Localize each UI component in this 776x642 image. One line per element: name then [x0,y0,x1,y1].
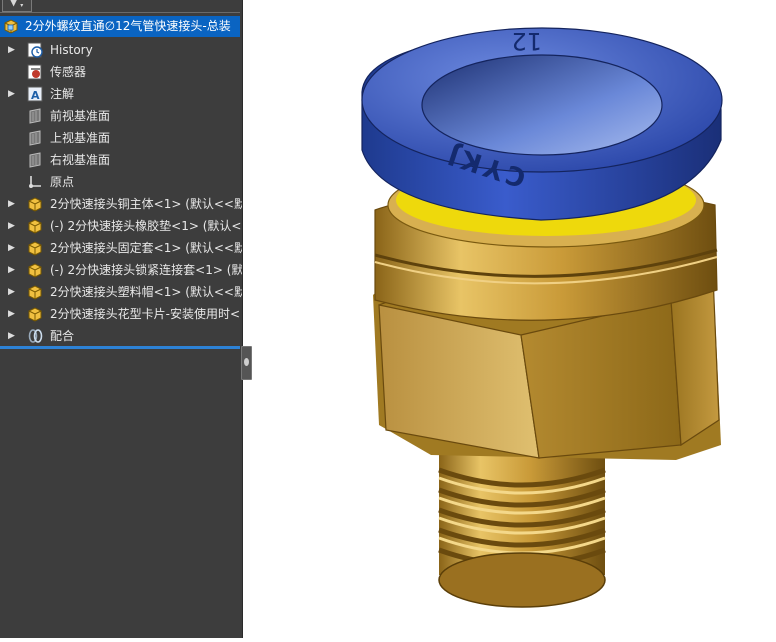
tree-item-label: History [50,43,93,57]
tree-item-2-1[interactable]: ▶ 2分快速接头塑料帽<1> (默认<<默 [0,281,243,303]
fitting-model: 12 CYKJ [361,27,723,608]
plane-icon [27,108,44,124]
tree-item-label: 2分快速接头铜主体<1> (默认<<默 [50,197,243,211]
tree-item-label: 配合 [50,329,75,343]
expand-arrow-icon[interactable]: ▶ [8,281,15,303]
tree-item-label: 右视基准面 [50,153,111,167]
tree-item-2-1[interactable]: ▶ 2分快速接头固定套<1> (默认<<默 [0,237,243,259]
tree-item-label: 上视基准面 [50,131,111,145]
tree-item-label: 2分快速接头固定套<1> (默认<<默 [50,241,243,255]
expand-arrow-icon[interactable]: ▶ [8,39,15,61]
filter-button[interactable]: ▼ ▾ [2,0,32,12]
release-cap: 12 CYKJ [361,27,723,221]
tree-item-2[interactable]: ▶ 2分快速接头花型卡片-安装使用时< [0,303,240,325]
tree-item-2-1[interactable]: ▶ 2分快速接头铜主体<1> (默认<<默 [0,193,243,215]
tree-item-2[interactable]: 传感器 [0,61,240,83]
origin-icon [27,174,44,190]
expand-arrow-icon[interactable]: ▶ [8,303,15,325]
part-icon [27,196,44,212]
rollback-bar[interactable] [0,346,240,349]
feature-tree-panel: ▼ ▾ 2分外螺纹直通∅12气管快速接头-总装 ▶ History 传感器 ▶ A 注解前视… [0,0,243,638]
tree-item-label: 原点 [50,175,75,189]
tree-item-2-1[interactable]: ▶ (-) 2分快速接头锁紧连接套<1> (默 [0,259,243,281]
filter-icon: ▼ ▾ [9,0,24,9]
history-icon [27,42,44,58]
annotation-icon: A [27,86,44,102]
tree-root-assembly[interactable]: 2分外螺纹直通∅12气管快速接头-总装 [0,16,240,37]
thread-stem [438,455,606,608]
mates-icon [27,328,44,344]
tree-item-label: (-) 2分快速接头橡胶垫<1> (默认<< [50,219,243,233]
plane-icon [27,130,44,146]
plane-icon [27,152,44,168]
tree-item-4[interactable]: 前视基准面 [0,105,240,127]
assembly-icon [4,19,18,34]
part-icon [27,262,44,278]
tree-item-label: 2分快速接头花型卡片-安装使用时< [50,307,241,321]
part-icon [27,218,44,234]
expand-arrow-icon[interactable]: ▶ [8,237,15,259]
part-icon [27,306,44,322]
tree-item-label: 2分快速接头塑料帽<1> (默认<<默 [50,285,243,299]
expand-arrow-icon[interactable]: ▶ [8,259,15,281]
svg-text:A: A [31,89,40,102]
tree-item-label: (-) 2分快速接头锁紧连接套<1> (默 [50,263,243,277]
part-icon [27,284,44,300]
expand-arrow-icon[interactable]: ▶ [8,193,15,215]
part-icon [27,240,44,256]
tree-item-label: 注解 [50,87,75,101]
tree-item-history[interactable]: ▶ History [0,39,240,61]
cap-size-label: 12 [511,27,542,55]
tree-item-label: 传感器 [50,65,87,79]
expand-arrow-icon[interactable]: ▶ [8,215,15,237]
tree-item-6[interactable]: 右视基准面 [0,149,240,171]
expand-arrow-icon[interactable]: ▶ [8,325,15,347]
tree-item-14[interactable]: ▶ 配合 [0,325,240,347]
tree-item-7[interactable]: 原点 [0,171,240,193]
expand-arrow-icon[interactable]: ▶ [8,83,15,105]
tree-item-3[interactable]: ▶ A 注解 [0,83,240,105]
sensor-icon [27,64,44,80]
tree-item-5[interactable]: 上视基准面 [0,127,240,149]
filter-bar: ▼ ▾ [0,0,240,13]
graphics-viewport[interactable]: 12 CYKJ [251,0,776,638]
tree-item-2-1[interactable]: ▶ (-) 2分快速接头橡胶垫<1> (默认<< [0,215,243,237]
tree-item-label: 前视基准面 [50,109,111,123]
tree-root-label: 2分外螺纹直通∅12气管快速接头-总装 [25,19,231,33]
